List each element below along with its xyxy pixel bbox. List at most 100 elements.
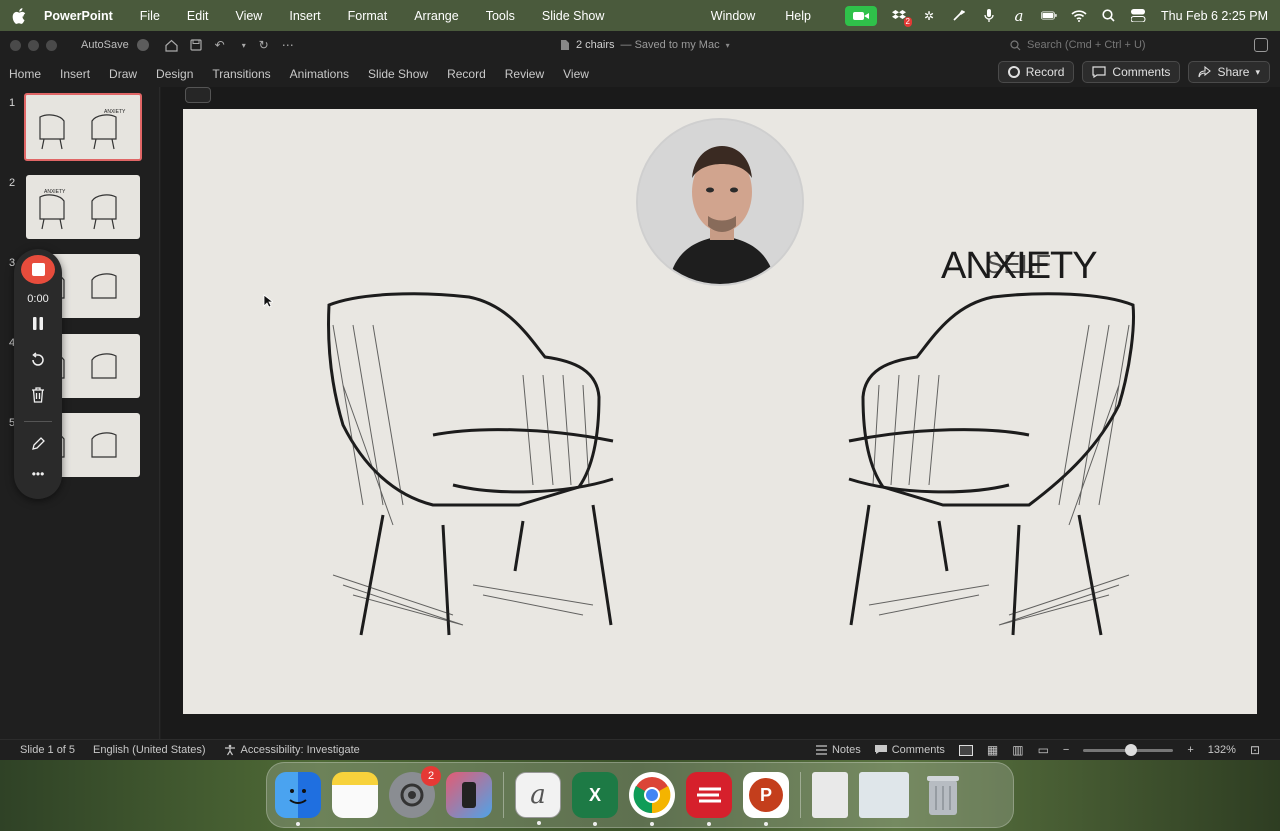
iphone-mirroring-app-icon[interactable] [446,772,492,818]
more-icon[interactable]: ⋯ [281,38,295,52]
save-icon[interactable] [189,38,203,52]
chevron-down-icon[interactable]: ▾ [237,38,251,52]
fit-to-window-icon[interactable]: ⊡ [1250,743,1260,757]
status-comments-button[interactable]: Comments [874,744,945,756]
recording-toolbar: 0:00 ••• [14,249,62,499]
menu-view[interactable]: View [235,9,262,23]
autosave-toggle[interactable]: AutoSave [81,39,149,51]
comment-icon [874,745,887,754]
more-tools-button[interactable]: ••• [26,463,50,484]
menu-window[interactable]: Window [711,9,755,23]
search-icon[interactable] [1101,9,1117,23]
undo-icon[interactable]: ↶ [213,38,227,52]
close-window-button[interactable] [10,39,21,51]
accessibility-checker[interactable]: Accessibility: Investigate [224,744,360,756]
menu-arrange[interactable]: Arrange [414,9,458,23]
chevron-down-icon[interactable]: ▾ [1255,67,1260,78]
zoom-level[interactable]: 132% [1208,744,1236,756]
notes-button[interactable]: Notes [815,744,861,756]
search-box[interactable]: Search (Cmd + Ctrl + U) [1010,35,1240,55]
trash-icon [32,387,44,403]
wifi-icon[interactable] [1071,9,1087,23]
home-icon[interactable] [165,38,179,52]
signature-app-icon[interactable]: a [515,772,561,825]
dropbox-icon[interactable]: 2 [891,9,912,27]
screenshot-stack-icon[interactable] [859,772,909,818]
signature-icon[interactable]: a [1011,7,1027,25]
zoom-slider[interactable] [1083,743,1174,756]
finder-app-icon[interactable] [275,772,321,826]
retake-button[interactable] [26,349,50,370]
menu-file[interactable]: File [140,9,160,23]
running-indicator [593,822,597,826]
share-button[interactable]: Share ▾ [1188,61,1270,83]
menu-insert[interactable]: Insert [289,9,320,23]
menu-slide-show[interactable]: Slide Show [542,9,605,23]
normal-view-icon[interactable] [958,744,973,756]
powerpoint-app-icon[interactable]: P [743,772,789,826]
language-indicator[interactable]: English (United States) [93,744,206,756]
slide-thumbnail-1[interactable]: ANXIETY [24,93,142,161]
record-button[interactable]: Record [997,61,1075,83]
tab-slide-show[interactable]: Slide Show [368,67,428,81]
tab-insert[interactable]: Insert [60,67,90,81]
slide-overlay-text[interactable]: SELF [986,249,1051,280]
delete-recording-button[interactable] [26,385,50,406]
gear-icon[interactable]: ✲ [921,9,937,23]
copilot-icon[interactable] [1254,38,1268,52]
comments-button[interactable]: Comments [1082,61,1181,83]
tab-transitions[interactable]: Transitions [212,67,270,81]
menu-tools[interactable]: Tools [486,9,515,23]
chrome-app-icon[interactable] [629,772,675,826]
zoom-in-button[interactable]: + [1187,744,1193,756]
excel-app-icon[interactable]: X [572,772,618,826]
trash-app-icon[interactable] [920,772,966,818]
reading-view-icon[interactable]: ▥ [1012,743,1023,757]
menu-clock[interactable]: Thu Feb 6 2:25 PM [1161,9,1268,23]
expressvpn-app-icon[interactable] [686,772,732,826]
menu-edit[interactable]: Edit [187,9,209,23]
tab-design[interactable]: Design [156,67,193,81]
minimize-window-button[interactable] [28,39,39,51]
zoom-window-button[interactable] [46,39,57,51]
autosave-switch[interactable] [136,39,149,51]
search-icon [1010,39,1021,50]
redo-icon[interactable]: ↻ [257,38,271,52]
zoom-out-button[interactable]: − [1063,744,1069,756]
tab-review[interactable]: Review [505,67,544,81]
pause-button[interactable] [26,313,50,334]
pen-button[interactable] [26,434,50,455]
system-settings-app-icon[interactable]: 2 [389,766,441,818]
slide-sorter-icon[interactable]: ▦ [987,743,998,757]
document-stack-icon[interactable] [812,772,848,818]
facetime-camera-icon[interactable] [844,5,877,26]
save-status: — Saved to my Mac [620,39,720,51]
document-name[interactable]: 2 chairs [576,39,615,51]
stop-recording-button[interactable] [21,255,55,285]
signature-icon: a [530,780,546,810]
tab-animations[interactable]: Animations [290,67,349,81]
battery-icon[interactable] [1040,9,1057,23]
apple-icon[interactable] [12,7,26,24]
notes-app-icon[interactable] [332,772,378,818]
control-center-icon[interactable] [1130,9,1147,23]
menu-app-name[interactable]: PowerPoint [44,9,113,23]
tools-icon[interactable] [951,9,967,23]
designer-icon[interactable] [185,87,211,103]
slide-canvas[interactable]: ANXIETY SELF [183,109,1257,714]
zoom-slider-thumb[interactable] [1125,743,1138,756]
slide-thumbnail-2[interactable]: ANXIETY [26,175,140,239]
right-chair-sketch [848,292,1135,636]
tab-view[interactable]: View [563,67,589,81]
tab-home[interactable]: Home [9,67,41,81]
chevron-down-icon[interactable]: ▾ [726,41,730,50]
tab-draw[interactable]: Draw [109,67,137,81]
menu-help[interactable]: Help [785,9,811,23]
tab-record[interactable]: Record [447,67,486,81]
comments-button-label: Comments [1112,65,1171,79]
presenter-camera-cameo[interactable] [636,118,804,286]
microphone-icon[interactable] [981,8,997,23]
menu-format[interactable]: Format [348,9,388,23]
autosave-label: AutoSave [81,39,129,51]
presenter-view-icon[interactable]: ▭ [1038,743,1049,757]
